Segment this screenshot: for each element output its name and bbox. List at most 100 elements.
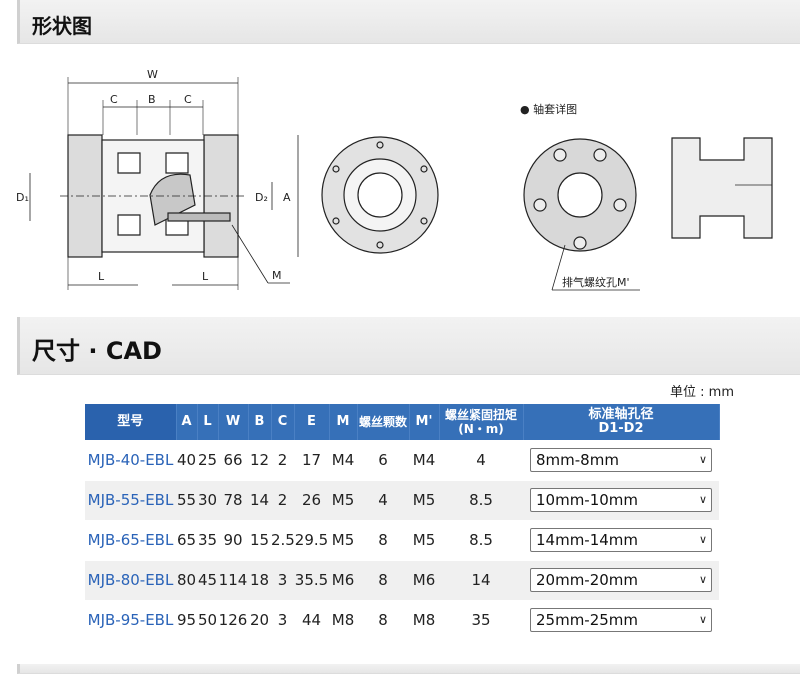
cell-model: MJB-95-EBL (85, 600, 176, 641)
cell-l: 50 (197, 600, 218, 641)
col-header-c: C (271, 404, 295, 440)
cell-count: 6 (357, 440, 409, 481)
section-title-size: 尺寸 · CAD (32, 337, 162, 365)
cell-e: 17 (294, 440, 329, 481)
dim-w-label: W (147, 68, 158, 81)
cell-b: 15 (248, 520, 271, 561)
cell-model: MJB-55-EBL (85, 480, 176, 521)
cell-bore: 14mm-14mm ∨ (523, 520, 719, 561)
cell-mp: M8 (409, 600, 439, 641)
cell-mp: M5 (409, 520, 439, 561)
cell-w: 90 (218, 520, 248, 561)
chevron-down-icon: ∨ (698, 493, 707, 506)
table-row: MJB-80-EBL 80 45 114 18 3 35.5 M6 8 M6 14 20mm-20mm… (85, 560, 719, 601)
cell-e: 35.5 (294, 560, 329, 601)
section-title-shape: 形状图 (32, 14, 92, 38)
dim-d1-label: D₁ (16, 191, 29, 204)
col-header-b: B (248, 404, 272, 440)
cell-w: 126 (218, 600, 248, 641)
cell-e: 44 (294, 600, 329, 641)
bore-select[interactable]: 25mm-25mm ∨ (530, 608, 712, 632)
dim-c-right-label: C (184, 93, 192, 106)
cell-e: 26 (294, 480, 329, 521)
cell-l: 35 (197, 520, 218, 561)
bore-select[interactable]: 20mm-20mm ∨ (530, 568, 712, 592)
col-header-m: M (329, 404, 358, 440)
side-view-drawing (29, 77, 299, 290)
cell-b: 12 (248, 440, 271, 481)
cell-c: 2 (271, 440, 294, 481)
cell-c: 2.5 (271, 520, 295, 561)
cell-a: 80 (176, 560, 197, 601)
cell-l: 45 (197, 560, 218, 601)
chevron-down-icon: ∨ (698, 533, 707, 546)
bore-select[interactable]: 14mm-14mm ∨ (530, 528, 712, 552)
table-row: MJB-40-EBL 40 25 66 12 2 17 M4 6 M4 4 8mm-8mm ∨ (85, 440, 719, 481)
cell-torque: 4 (439, 440, 523, 481)
spec-table: 型号 A L W B C E M 螺丝颗数 M' 螺丝紧固扭矩 (N・m) 标准… (85, 404, 720, 641)
table-row: MJB-65-EBL 65 35 90 15 2.5 29.5 M5 8 M5 8.5 14mm-14… (85, 520, 719, 561)
cell-w: 66 (218, 440, 248, 481)
cell-bore: 25mm-25mm ∨ (523, 600, 719, 641)
cell-mp: M4 (409, 440, 439, 481)
cell-bore: 10mm-10mm ∨ (523, 480, 719, 521)
cell-model: MJB-40-EBL (85, 440, 176, 481)
cell-c: 2 (271, 480, 294, 521)
bore-select-value: 20mm-20mm (536, 571, 639, 589)
cell-a: 95 (176, 600, 197, 641)
cell-m: M5 (329, 480, 357, 521)
bore-select-value: 14mm-14mm (536, 531, 639, 549)
cell-e: 29.5 (294, 520, 329, 561)
col-header-torque: 螺丝紧固扭矩 (N・m) (439, 404, 524, 440)
section-header-size: 尺寸 · CAD (17, 317, 800, 375)
cell-mp: M5 (409, 480, 439, 521)
cell-c: 3 (271, 560, 294, 601)
cell-model: MJB-65-EBL (85, 520, 176, 561)
bore-select[interactable]: 8mm-8mm ∨ (530, 447, 712, 472)
cell-l: 30 (197, 480, 218, 521)
bore-select[interactable]: 10mm-10mm ∨ (530, 488, 712, 512)
cell-b: 14 (248, 480, 271, 521)
col-header-a: A (176, 404, 198, 440)
col-header-model: 型号 (85, 404, 177, 440)
cell-m: M6 (329, 560, 357, 601)
unit-label: 单位 : mm (670, 385, 734, 400)
cell-count: 4 (357, 480, 409, 521)
vent-hole-label: 排气螺纹孔M' (562, 275, 630, 289)
chevron-down-icon: ∨ (698, 452, 707, 466)
table-row: MJB-55-EBL 55 30 78 14 2 26 M5 4 M5 8.5 10mm-10mm ∨ (85, 480, 719, 521)
cell-bore: 8mm-8mm ∨ (523, 440, 719, 481)
cell-count: 8 (357, 520, 409, 561)
dim-d2-label: D₂ (255, 191, 268, 204)
col-header-e: E (294, 404, 330, 440)
section-header-shape: 形状图 (17, 0, 800, 44)
dim-a-label: A (283, 191, 291, 204)
cell-a: 65 (176, 520, 197, 561)
col-header-bore: 标准轴孔径 D1-D2 (523, 404, 720, 440)
cell-b: 20 (248, 600, 271, 641)
cell-model: MJB-80-EBL (85, 560, 176, 601)
cell-w: 114 (218, 560, 248, 601)
cell-count: 8 (357, 560, 409, 601)
cell-l: 25 (197, 440, 218, 481)
cell-b: 18 (248, 560, 271, 601)
cell-torque: 35 (439, 600, 523, 641)
chevron-down-icon: ∨ (698, 613, 707, 626)
cell-torque: 8.5 (439, 480, 523, 521)
cell-bore: 20mm-20mm ∨ (523, 560, 719, 601)
cell-w: 78 (218, 480, 248, 521)
col-header-w: W (218, 404, 249, 440)
dim-b-label: B (148, 93, 156, 106)
col-header-m-prime: M' (409, 404, 440, 440)
technical-drawings: W C B C D₁ D₂ A L L M ● 轴套详图 排气螺纹孔M' (16, 68, 773, 291)
dim-m-label: M (272, 269, 282, 282)
front-view-drawing (321, 136, 439, 254)
cell-a: 55 (176, 480, 197, 521)
bore-select-value: 10mm-10mm (536, 491, 639, 509)
dim-l-right-label: L (202, 270, 209, 283)
cell-mp: M6 (409, 560, 439, 601)
chevron-down-icon: ∨ (698, 573, 707, 586)
cell-m: M8 (329, 600, 357, 641)
table-header-row: 型号 A L W B C E M 螺丝颗数 M' 螺丝紧固扭矩 (N・m) 标准… (85, 404, 720, 440)
bore-select-value: 8mm-8mm (536, 450, 619, 469)
